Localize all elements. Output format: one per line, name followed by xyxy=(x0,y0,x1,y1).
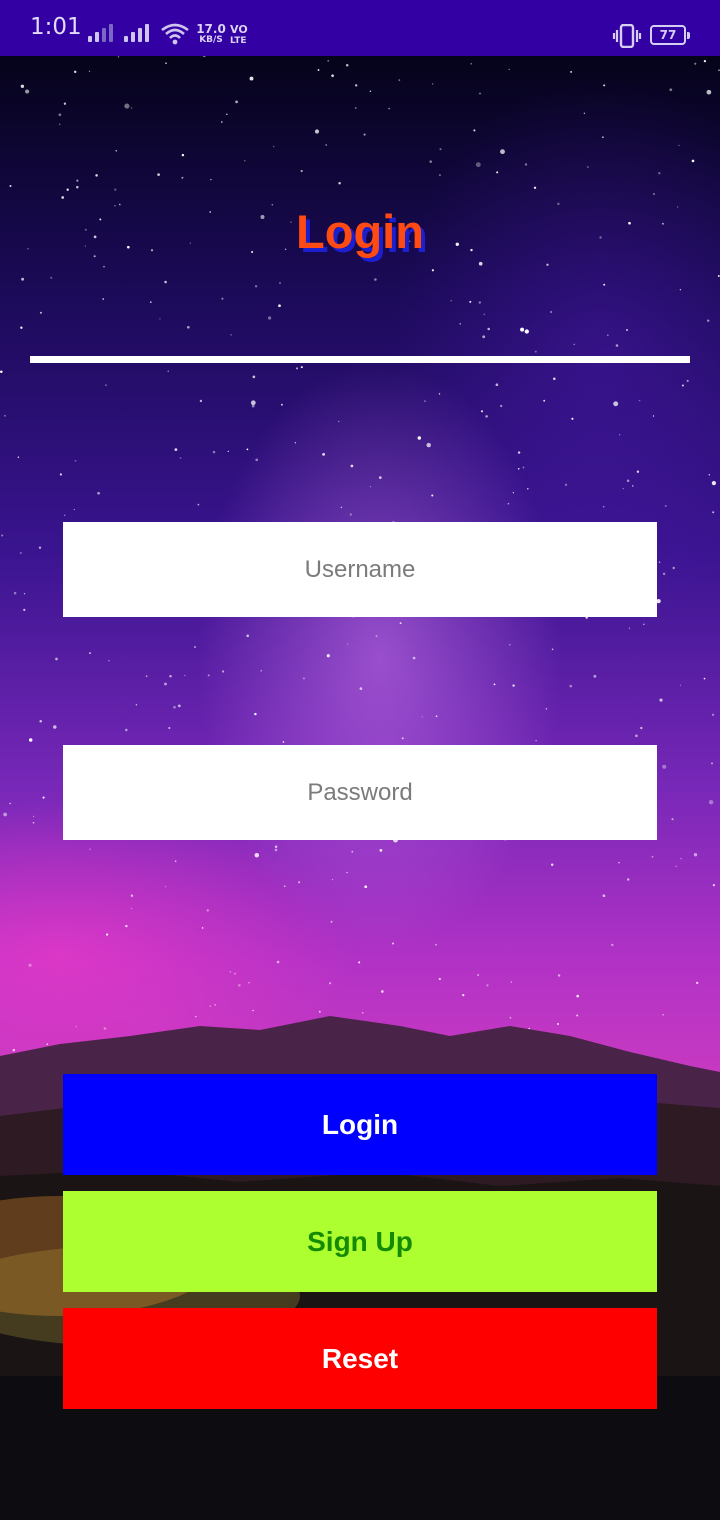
status-time: 1:01 xyxy=(30,14,82,40)
signal-icon xyxy=(88,24,113,42)
network-speed-value: 17.0 xyxy=(196,22,226,36)
network-speed-unit: KB/S xyxy=(199,35,223,45)
username-input[interactable] xyxy=(63,522,657,617)
volte-bottom: LTE xyxy=(230,36,247,46)
volte-top: VO xyxy=(230,23,248,36)
page-title: Login xyxy=(296,205,424,258)
volte-indicator: VO LTE xyxy=(230,24,248,46)
network-speed: 17.0 KB/S xyxy=(196,23,226,45)
reset-button[interactable]: Reset xyxy=(63,1308,657,1409)
vibrate-icon xyxy=(612,24,642,48)
status-bar: 1:01 17.0 KB/S VO LTE 77 xyxy=(0,0,720,56)
title-divider xyxy=(30,356,690,363)
signal-icon xyxy=(124,24,149,42)
sign-up-button[interactable]: Sign Up xyxy=(63,1191,657,1292)
battery-icon: 77 xyxy=(650,25,690,45)
password-input[interactable] xyxy=(63,745,657,840)
wifi-icon xyxy=(161,23,189,45)
login-button[interactable]: Login xyxy=(63,1074,657,1175)
